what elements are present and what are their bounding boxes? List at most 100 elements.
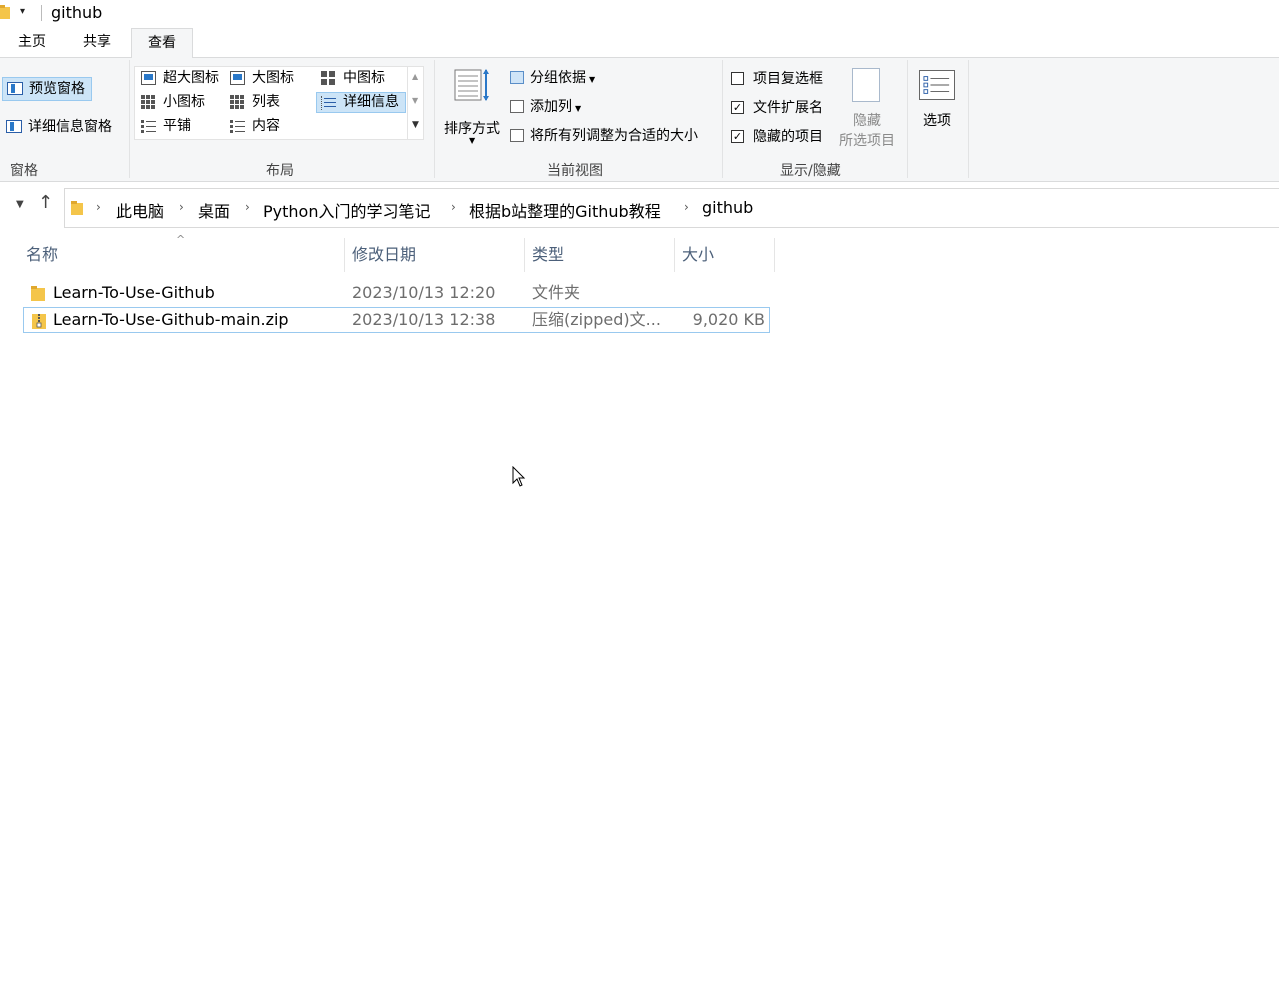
breadcrumb-python-notes[interactable]: Python入门的学习笔记	[263, 198, 430, 222]
column-divider[interactable]	[774, 238, 775, 272]
chevron-down-icon: ▼	[589, 75, 596, 84]
hidden-items-toggle[interactable]: ✓ 隐藏的项目	[731, 126, 823, 148]
expand-gallery-icon[interactable]: ▼	[412, 120, 419, 130]
file-extensions-label: 文件扩展名	[753, 100, 823, 116]
list-icon	[230, 95, 245, 109]
scroll-up-icon[interactable]: ▲	[412, 72, 418, 81]
tiles-icon	[141, 119, 156, 133]
item-checkboxes-toggle[interactable]: 项目复选框	[731, 68, 823, 90]
quick-access-dropdown[interactable]: ▾	[20, 6, 25, 17]
sort-by-button[interactable]: 排序方式 ▼	[440, 66, 504, 146]
layout-details[interactable]: 详细信息	[316, 92, 406, 113]
file-name: Learn-To-Use-Github	[53, 283, 215, 302]
layout-extra-large-icons[interactable]: 超大图标	[137, 68, 219, 89]
layout-content[interactable]: 内容	[226, 116, 280, 137]
layout-small-icons[interactable]: 小图标	[137, 92, 205, 113]
ribbon: 预览窗格 详细信息窗格 窗格 超大图标 大图标 中图标 小图标 列表 详细信息 …	[0, 58, 1279, 182]
hide-selected-label-line1: 隐藏	[853, 113, 881, 129]
group-by-label: 分组依据	[530, 70, 586, 86]
tab-home[interactable]: 主页	[6, 28, 58, 59]
layout-large-icons[interactable]: 大图标	[226, 68, 294, 89]
column-divider[interactable]	[524, 238, 525, 272]
folder-icon	[31, 286, 45, 301]
medium-icons-icon	[321, 71, 336, 85]
file-extensions-checkbox[interactable]: ✓	[731, 101, 744, 114]
item-checkboxes-label: 项目复选框	[753, 71, 823, 87]
folder-icon	[71, 201, 83, 215]
file-row[interactable]: Learn-To-Use-Github-main.zip 2023/10/13 …	[23, 307, 770, 333]
preview-pane-button[interactable]: 预览窗格	[2, 77, 92, 101]
details-view-icon	[321, 96, 336, 110]
preview-pane-icon	[7, 82, 23, 95]
small-icons-icon	[141, 95, 156, 109]
recent-locations-chevron-icon[interactable]: ▼	[16, 199, 24, 210]
chevron-down-icon: ▼	[469, 136, 476, 145]
options-label: 选项	[923, 113, 951, 129]
file-extensions-toggle[interactable]: ✓ 文件扩展名	[731, 97, 823, 119]
scroll-down-icon[interactable]: ▼	[412, 96, 418, 105]
address-bar[interactable]: › 此电脑 › 桌面 › Python入门的学习笔记 › 根据b站整理的Gith…	[64, 188, 1279, 228]
file-row[interactable]: Learn-To-Use-Github 2023/10/13 12:20 文件夹	[23, 280, 770, 306]
hide-selected-label-line2: 所选项目	[839, 133, 895, 149]
group-divider	[722, 60, 723, 178]
add-columns-button[interactable]: 添加列 ▼	[508, 95, 581, 119]
title-bar: ▾ github	[0, 0, 1279, 28]
breadcrumb-desktop[interactable]: 桌面	[198, 198, 230, 222]
options-button[interactable]: 选项	[912, 66, 962, 150]
layout-item-label: 大图标	[252, 70, 294, 86]
column-divider[interactable]	[674, 238, 675, 272]
layout-item-label: 平铺	[163, 118, 191, 134]
hide-selected-items-button[interactable]: 隐藏 所选项目	[836, 66, 898, 150]
layout-group-label: 布局	[266, 163, 294, 179]
column-header-name[interactable]: 名称	[24, 238, 344, 272]
current-view-group-label: 当前视图	[547, 163, 603, 179]
mouse-cursor-icon	[512, 466, 526, 487]
breadcrumb-github[interactable]: github	[702, 198, 753, 217]
details-pane-icon	[6, 120, 22, 133]
layout-item-label: 超大图标	[163, 70, 219, 86]
up-arrow-icon[interactable]: ↑	[38, 194, 53, 212]
breadcrumb-github-tutorial[interactable]: 根据b站整理的Github教程	[469, 198, 661, 222]
breadcrumb-separator[interactable]: ›	[451, 200, 456, 214]
window-title: github	[51, 3, 103, 22]
layout-tiles[interactable]: 平铺	[137, 116, 191, 137]
show-hide-group-label: 显示/隐藏	[780, 163, 841, 179]
breadcrumb-separator[interactable]: ›	[245, 200, 250, 214]
options-icon	[919, 70, 955, 100]
layout-item-label: 中图标	[343, 70, 385, 86]
large-icons-icon	[230, 71, 245, 85]
size-columns-icon	[510, 129, 524, 142]
column-header-type[interactable]: 类型	[530, 238, 674, 272]
breadcrumb-separator[interactable]: ›	[96, 200, 101, 214]
column-header-modified[interactable]: 修改日期	[350, 238, 524, 272]
breadcrumb-separator[interactable]: ›	[684, 200, 689, 214]
extra-large-icons-icon	[141, 71, 156, 85]
layout-gallery-scroll[interactable]: ▲ ▼ ▼	[407, 66, 424, 140]
file-size: 9,020 KB	[692, 310, 765, 329]
layout-item-label: 列表	[252, 94, 280, 110]
layout-item-label: 详细信息	[343, 94, 399, 110]
title-separator	[41, 5, 42, 21]
item-checkboxes-checkbox[interactable]	[731, 72, 744, 85]
details-pane-button[interactable]: 详细信息窗格	[2, 116, 126, 140]
add-columns-icon	[510, 100, 524, 113]
tab-share[interactable]: 共享	[70, 28, 124, 59]
hidden-items-checkbox[interactable]: ✓	[731, 130, 744, 143]
file-modified: 2023/10/13 12:20	[352, 283, 496, 302]
file-modified: 2023/10/13 12:38	[352, 310, 496, 329]
sort-by-label: 排序方式	[444, 121, 500, 137]
tab-view[interactable]: 查看	[131, 28, 193, 59]
column-header-size[interactable]: 大小	[680, 238, 774, 272]
ribbon-tabs: 主页 共享 查看	[0, 28, 1279, 59]
hidden-items-label: 隐藏的项目	[753, 129, 823, 145]
group-by-button[interactable]: 分组依据 ▼	[508, 66, 595, 90]
size-all-columns-button[interactable]: 将所有列调整为合适的大小	[508, 124, 698, 148]
group-divider	[129, 60, 130, 178]
layout-list[interactable]: 列表	[226, 92, 280, 113]
file-type: 文件夹	[532, 283, 581, 302]
zip-folder-icon	[32, 314, 46, 329]
breadcrumb-this-pc[interactable]: 此电脑	[116, 198, 164, 222]
breadcrumb-separator[interactable]: ›	[179, 200, 184, 214]
layout-medium-icons[interactable]: 中图标	[317, 68, 385, 89]
column-divider[interactable]	[344, 238, 345, 272]
